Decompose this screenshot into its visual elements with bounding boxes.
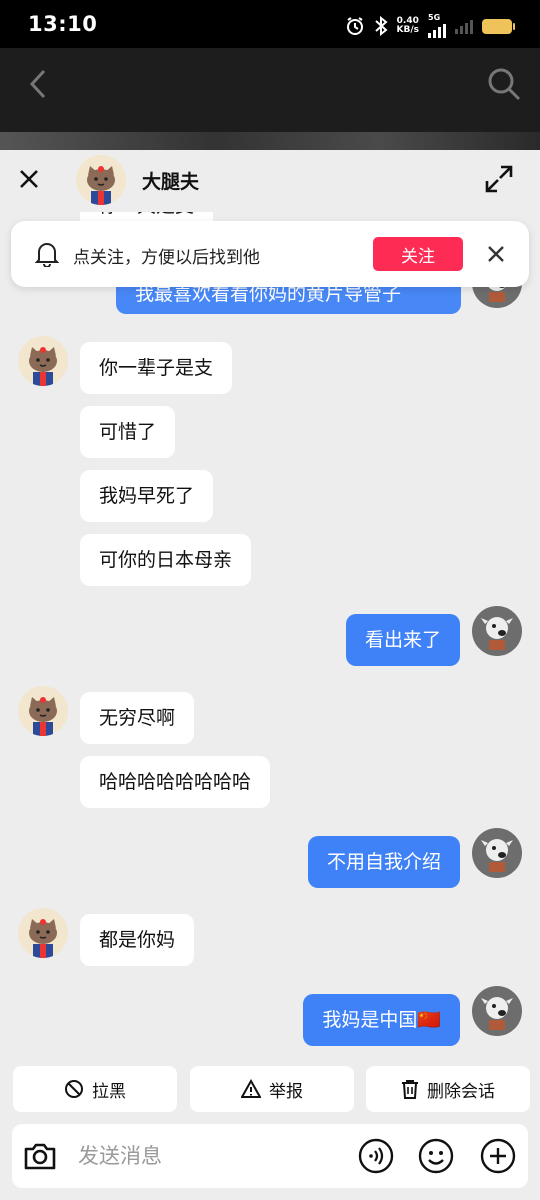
voice-icon[interactable] (358, 1138, 394, 1174)
my-avatar[interactable] (472, 986, 522, 1036)
peer-name[interactable]: 大腿夫 (142, 167, 199, 194)
search-icon[interactable] (486, 66, 522, 102)
message-input[interactable] (78, 1136, 348, 1176)
message-bubble[interactable]: 我妈早死了 (80, 470, 214, 522)
message-bubble[interactable]: 都是你妈 (80, 914, 195, 966)
message-list[interactable]: 你一天是支 我最喜欢看看你妈的黄片导管子 你一辈子是支 可惜了 我妈早死了 可你… (0, 150, 540, 1070)
report-button[interactable]: 举报 (190, 1066, 354, 1112)
my-avatar[interactable] (472, 828, 522, 878)
peer-avatar[interactable] (18, 686, 68, 736)
bell-icon (35, 243, 59, 267)
peer-avatar[interactable] (76, 155, 126, 205)
signal-2-icon (455, 18, 473, 34)
peer-avatar[interactable] (18, 336, 68, 386)
action-row: 拉黑 举报 删除会话 (0, 1066, 540, 1112)
signal-icon: 5G (428, 14, 446, 38)
message-composer (12, 1124, 528, 1188)
expand-icon[interactable] (484, 164, 514, 194)
trash-icon (402, 1080, 418, 1099)
message-bubble[interactable]: 不用自我介绍 (307, 836, 460, 888)
warning-icon (241, 1079, 261, 1098)
status-time: 13:10 (28, 12, 98, 36)
message-bubble[interactable]: 我妈是中国🇨🇳 (303, 994, 460, 1046)
delete-conversation-button[interactable]: 删除会话 (366, 1066, 530, 1112)
message-bubble[interactable]: 无穷尽啊 (80, 692, 195, 744)
follow-button[interactable]: 关注 (373, 237, 463, 271)
close-icon (20, 170, 38, 188)
block-icon (65, 1080, 83, 1098)
plus-icon[interactable] (480, 1138, 516, 1174)
background-image-strip (0, 132, 540, 150)
network-speed: 0.40 KB/s (396, 16, 419, 35)
bottom-edge (0, 1192, 540, 1200)
my-avatar[interactable] (472, 606, 522, 656)
follow-prompt-text: 点关注，方便以后找到他 (73, 248, 260, 268)
close-button[interactable] (14, 164, 44, 194)
background-app (0, 48, 540, 150)
emoji-icon[interactable] (418, 1138, 454, 1174)
block-button[interactable]: 拉黑 (13, 1066, 177, 1112)
peer-avatar[interactable] (18, 908, 68, 958)
bluetooth-icon (374, 16, 388, 36)
status-bar: 13:10 0.40 KB/s 5G (0, 0, 540, 48)
message-bubble[interactable]: 哈哈哈哈哈哈哈哈 (80, 756, 271, 808)
status-icons: 0.40 KB/s 5G (345, 14, 515, 38)
message-bubble[interactable]: 可你的日本母亲 (80, 534, 252, 586)
message-bubble[interactable]: 可惜了 (80, 406, 176, 458)
back-arrow-icon[interactable] (28, 68, 48, 100)
chat-sheet: 你一天是支 我最喜欢看看你妈的黄片导管子 你一辈子是支 可惜了 我妈早死了 可你… (0, 150, 540, 1200)
alarm-icon (346, 17, 363, 35)
message-bubble[interactable]: 看出来了 (345, 614, 460, 666)
chat-header: 大腿夫 (0, 150, 540, 212)
close-icon[interactable] (485, 243, 507, 265)
battery-icon (482, 18, 515, 34)
message-bubble[interactable]: 你一辈子是支 (80, 342, 233, 394)
follow-banner: 点关注，方便以后找到他 关注 (11, 221, 529, 287)
camera-icon[interactable] (22, 1138, 58, 1174)
